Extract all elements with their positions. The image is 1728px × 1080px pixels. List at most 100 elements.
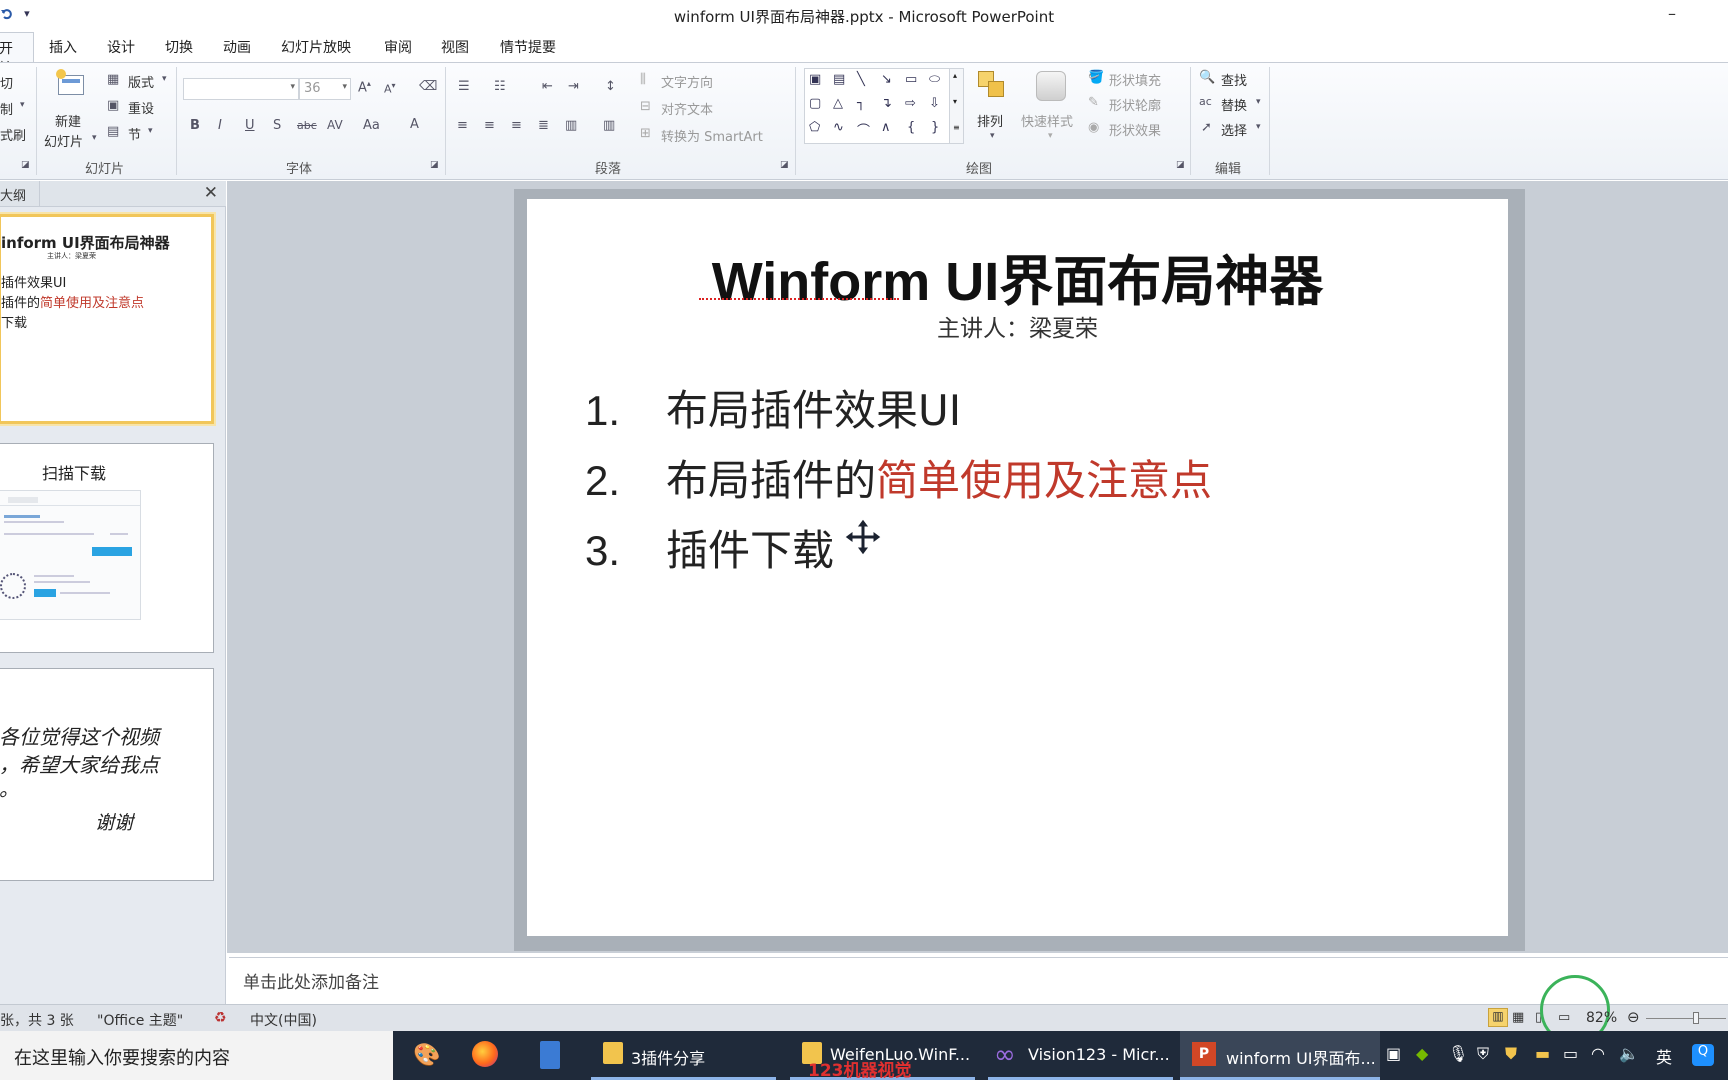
close-icon[interactable]: ✕ — [204, 183, 218, 203]
quick-styles-button[interactable]: 快速样式 — [1021, 111, 1073, 130]
section-button[interactable]: 节 — [128, 124, 141, 143]
line-spacing-icon[interactable]: ↕ — [605, 79, 616, 94]
tab-storyboarding[interactable]: 情节提要 — [500, 37, 556, 57]
align-center-icon[interactable]: ≡ — [484, 118, 495, 133]
slide-thumbnail-2[interactable]: 扫描下载 — [0, 443, 214, 653]
gallery-scrollbar[interactable]: ▴ ▾ ≡ — [949, 69, 963, 143]
quick-styles-icon[interactable] — [1036, 71, 1066, 101]
rectangle-shape-icon[interactable]: ▭ — [905, 72, 917, 87]
qq-icon[interactable]: Q — [1692, 1044, 1714, 1066]
battery-icon[interactable]: ▭ — [1563, 1044, 1578, 1063]
slide-list-item-2[interactable]: 2. 布局插件的简单使用及注意点 — [585, 447, 1212, 508]
zoom-slider-thumb[interactable] — [1693, 1012, 1699, 1024]
replace-dropdown-icon[interactable]: ▾ — [1256, 97, 1261, 107]
quick-styles-dropdown-icon[interactable]: ▾ — [1048, 131, 1053, 141]
minimize-button[interactable]: – — [1668, 4, 1676, 23]
zoom-slider[interactable] — [1646, 1012, 1726, 1024]
zoom-level[interactable]: 82% — [1586, 1010, 1617, 1026]
shadow-icon[interactable]: S — [273, 118, 281, 133]
convert-smartart-button[interactable]: 转换为 SmartArt — [661, 126, 763, 145]
paint-app-icon[interactable]: 🎨 — [413, 1043, 440, 1068]
drawing-launcher-icon[interactable]: ◪ — [1176, 160, 1185, 170]
task-visual-studio[interactable]: ∞ Vision123 - Micr... — [988, 1031, 1173, 1080]
theme-name[interactable]: "Office 主题" — [97, 1010, 183, 1030]
italic-icon[interactable]: I — [218, 118, 222, 133]
elbow-arrow-icon[interactable]: ↴ — [881, 96, 892, 111]
font-launcher-icon[interactable]: ◪ — [430, 160, 439, 170]
copy-dropdown-icon[interactable]: ▾ — [20, 100, 25, 110]
gallery-more-icon[interactable]: ≡ — [953, 123, 960, 132]
triangle-shape-icon[interactable]: △ — [833, 96, 843, 111]
task-powerpoint[interactable]: P winform UI界面布... — [1180, 1031, 1380, 1080]
oval-shape-icon[interactable]: ⬭ — [929, 72, 940, 87]
arc-shape-icon[interactable]: ⌒ — [857, 120, 870, 139]
right-arrow-shape-icon[interactable]: ⇨ — [905, 96, 916, 111]
clear-format-icon[interactable]: ⌫ — [419, 79, 437, 94]
ime-indicator[interactable]: 英 — [1656, 1044, 1672, 1068]
tab-transitions[interactable]: 切换 — [165, 37, 193, 57]
tab-home[interactable]: 开始 — [0, 32, 34, 77]
underline-icon[interactable]: U — [245, 118, 255, 133]
slide-canvas[interactable]: Winform UI界面布局神器 主讲人：梁夏荣 1. 布局插件效果UI 2. 布局… — [527, 199, 1508, 936]
shape-outline-button[interactable]: 形状轮廓 — [1109, 95, 1161, 114]
line-shape-icon[interactable]: ╲ — [857, 72, 865, 87]
slide-thumbnail-3[interactable]: 各位觉得这个视频 ，希望大家给我点 。 谢谢 — [0, 668, 214, 881]
curve-shape-icon[interactable]: ∧ — [881, 120, 891, 135]
down-arrow-shape-icon[interactable]: ⇩ — [929, 96, 940, 111]
reset-button[interactable]: 重设 — [128, 98, 154, 117]
tab-design[interactable]: 设计 — [107, 37, 135, 57]
security-icon[interactable]: ⛊ — [1505, 1044, 1517, 1064]
strikethrough-icon[interactable]: abc — [297, 119, 317, 132]
new-slide-chevron-icon[interactable]: ▾ — [92, 133, 97, 143]
slide-list-item-3[interactable]: 3. 插件下载 — [585, 517, 834, 578]
shape-effects-button[interactable]: 形状效果 — [1109, 120, 1161, 139]
font-size-combo[interactable]: 36 ▾ — [299, 78, 351, 100]
replace-button[interactable]: 替换 — [1221, 95, 1247, 114]
slide-sorter-icon[interactable]: ▦ — [1512, 1010, 1524, 1025]
font-color-icon[interactable]: A — [410, 117, 419, 132]
section-dropdown-icon[interactable]: ▾ — [148, 126, 153, 136]
align-left-icon[interactable]: ≡ — [457, 118, 468, 133]
find-button[interactable]: 查找 — [1221, 70, 1247, 89]
shapes-gallery[interactable]: ▣ ▤ ╲ ↘ ▭ ⬭ ▢ △ ┐ ↴ ⇨ ⇩ ⬠ ∿ ⌒ ∧ { } ▴ ▾ … — [804, 68, 964, 144]
change-case-icon[interactable]: Aa — [363, 118, 380, 133]
nvidia-icon[interactable]: ◆ — [1416, 1044, 1428, 1063]
task-folder-plugin-share[interactable]: 3插件分享 — [591, 1031, 776, 1080]
select-button[interactable]: 选择 — [1221, 120, 1247, 139]
zoom-out-icon[interactable]: ⊖ — [1627, 1008, 1640, 1026]
normal-view-icon[interactable]: ▥ — [1488, 1008, 1508, 1027]
font-name-dropdown-icon[interactable]: ▾ — [290, 82, 295, 92]
textbox-shape-icon[interactable]: ▣ — [809, 72, 821, 87]
arrange-button[interactable]: 排列 — [977, 111, 1003, 130]
freeform-shape-icon[interactable]: ⬠ — [809, 120, 820, 135]
volume-icon[interactable]: 🔈 — [1619, 1044, 1639, 1063]
align-right-icon[interactable]: ≡ — [511, 118, 522, 133]
align-text-button[interactable]: 对齐文本 — [661, 99, 713, 118]
justify-icon[interactable]: ≣ — [538, 118, 549, 133]
tab-review[interactable]: 审阅 — [384, 37, 412, 57]
text-direction-button[interactable]: 文字方向 — [661, 72, 713, 91]
bold-icon[interactable]: B — [190, 118, 200, 133]
tray-app-icon[interactable]: ▣ — [1386, 1044, 1401, 1063]
decrease-indent-icon[interactable]: ⇤ — [542, 79, 553, 94]
bullets-icon[interactable]: ☰ — [458, 79, 470, 94]
cut-button[interactable]: 切 — [0, 73, 13, 92]
slide-subtitle[interactable]: 主讲人：梁夏荣 — [527, 309, 1508, 343]
firefox-icon[interactable] — [472, 1041, 498, 1067]
language-indicator[interactable]: 中文(中国) — [250, 1010, 317, 1030]
shrink-font-icon[interactable]: A▾ — [384, 81, 396, 96]
increase-indent-icon[interactable]: ⇥ — [568, 79, 579, 94]
shape-fill-button[interactable]: 形状填充 — [1109, 70, 1161, 89]
vertical-textbox-shape-icon[interactable]: ▤ — [833, 72, 845, 87]
elbow-connector-icon[interactable]: ┐ — [857, 96, 865, 111]
new-slide-dropdown[interactable]: 幻灯片 — [44, 131, 83, 150]
layout-dropdown-icon[interactable]: ▾ — [162, 74, 167, 84]
wifi-icon[interactable]: ◠ — [1591, 1044, 1605, 1063]
right-brace-shape-icon[interactable]: } — [931, 120, 939, 135]
slide-list-item-1[interactable]: 1. 布局插件效果UI — [585, 377, 961, 438]
tab-animations[interactable]: 动画 — [223, 37, 251, 57]
notes-pane[interactable]: 单击此处添加备注 — [229, 957, 1728, 1003]
rounded-rect-shape-icon[interactable]: ▢ — [809, 96, 821, 111]
format-painter-button[interactable]: 式刷 — [0, 125, 26, 144]
select-dropdown-icon[interactable]: ▾ — [1256, 122, 1261, 132]
